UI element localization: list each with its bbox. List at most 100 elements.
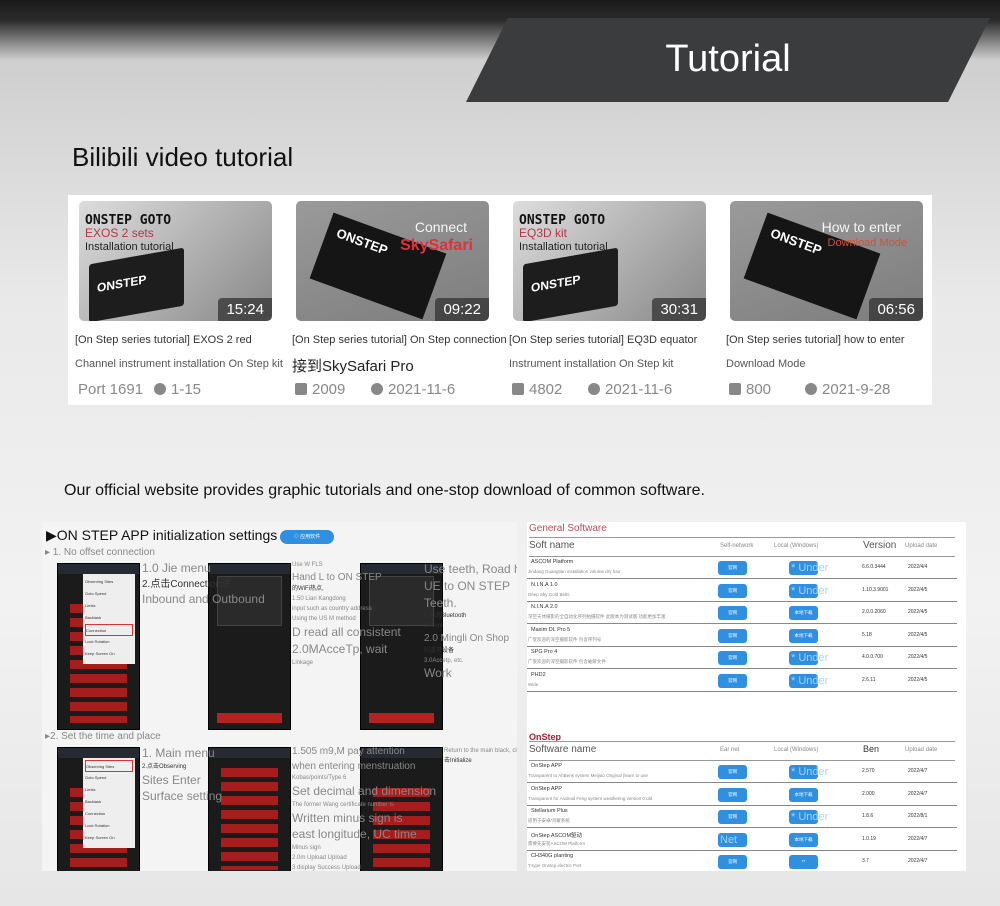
local-download-button[interactable]: 本地下载 [789, 628, 818, 643]
website-button[interactable]: 官网 [718, 606, 747, 621]
upload-date: 2022/4/7 [908, 790, 928, 797]
annotation-line: 1.勾选Bluetooth [424, 613, 467, 620]
table-row: OnStep APP Transparent to AhBenk system M… [527, 761, 957, 783]
video-title[interactable]: [On Step series tutorial] EQ3D equator [509, 334, 697, 346]
column-header: Software name [529, 744, 597, 755]
column-header: Upload date [905, 747, 938, 753]
banner-title: Tutorial [665, 38, 791, 80]
video-card[interactable]: ONSTEP ONSTEP GOTO EQ3D kit Installation tu… [509, 201, 718, 401]
annotation-line: D read all consistent [292, 624, 401, 639]
local-download-button[interactable]: ** [789, 855, 818, 870]
menu-item: Observing Sites [85, 760, 133, 772]
menu-item: Backlash [85, 615, 102, 620]
bilibili-section-title: Bilibili video tutorial [72, 142, 294, 172]
app-software-button[interactable]: ◇ 应用软件 [280, 530, 334, 544]
video-title[interactable]: [On Step series tutorial] On Step connec… [292, 334, 507, 346]
menu-item: Goto Speed [85, 775, 107, 780]
menu-item: Limits [85, 787, 96, 792]
upload-date: 2022/4/5 [908, 677, 928, 683]
local-download-button[interactable]: * Under [789, 810, 828, 825]
menu-item: Limits [85, 603, 96, 608]
overflow-menu: Observing Sites Goto Speed Limits Backlash C… [83, 574, 135, 664]
local-download-button[interactable]: * Under [789, 765, 828, 779]
local-download-button[interactable]: * Under [789, 651, 828, 666]
local-download-button-label: * Under [791, 766, 829, 778]
column-header: Upload date [905, 543, 938, 549]
local-download-button[interactable]: * Under [789, 561, 828, 575]
local-download-button[interactable]: * Under [789, 583, 828, 598]
video-card[interactable]: ONSTEP Connect SkySafari 09:22 [On Step seri… [292, 201, 507, 401]
clock-icon [371, 383, 383, 395]
thumbnail-caption: Installation tutorial [519, 241, 608, 253]
thumbnail-caption: EQ3D kit [519, 226, 568, 240]
upload-date: 2022/4/5 [908, 654, 928, 661]
website-button[interactable]: 官网 [718, 765, 747, 779]
website-button[interactable]: 官网 [718, 628, 747, 643]
video-subtitle[interactable]: 接到SkySafari Pro [292, 355, 414, 376]
view-count-value: Port 1691 [78, 381, 144, 398]
video-subtitle[interactable]: Instrument installation On Step kit [509, 358, 673, 370]
column-header: Soft name [529, 540, 575, 551]
table-row: PHD2 Wide 官网 * Under 2.6.11 2022/4/5 [527, 670, 957, 692]
upload-date-value: 2021-11-6 [605, 381, 673, 398]
annotation-line: Work [424, 666, 452, 681]
version: 1.8.6 [862, 813, 874, 820]
website-button[interactable]: 官网 [718, 583, 747, 598]
thumbnail-caption: Installation tutorial [85, 241, 174, 253]
version: 2.6.11 [862, 677, 876, 683]
video-subtitle[interactable]: Download Mode [726, 358, 806, 370]
website-button[interactable]: 官网 [718, 855, 747, 870]
website-button[interactable]: 官网 [718, 651, 747, 666]
menu-item: Lock Rotation [85, 823, 110, 828]
clock-icon [805, 383, 817, 395]
video-title[interactable]: [On Step series tutorial] how to enter [726, 334, 905, 346]
local-download-button-label: 本地下载 [794, 791, 813, 797]
video-card[interactable]: ONSTEP ONSTEP GOTO EXOS 2 sets Installation… [75, 201, 284, 401]
website-button-label: 官网 [728, 610, 737, 616]
local-download-button[interactable]: 本地下载 [789, 832, 818, 847]
annotation-line: 1.0 Jie menu [142, 561, 211, 575]
annotation-line: 1.50 Lian Kangdong [292, 596, 346, 603]
annotation-line: Written minus sign is [292, 810, 403, 825]
video-thumbnail[interactable]: ONSTEP How to enter Download Mode 06:56 [730, 201, 923, 321]
software-description: Transparent for Android Feng system weat… [528, 795, 653, 801]
upload-date: 2022/4/4 [908, 564, 928, 570]
annotation-line: Linkage [292, 659, 314, 666]
column-header: Ear net [720, 747, 740, 753]
website-button[interactable]: 官网 [718, 810, 747, 825]
overflow-menu: Observing Sites Goto Speed Limits Backlash C… [83, 758, 135, 848]
video-thumbnail[interactable]: ONSTEP ONSTEP GOTO EQ3D kit Installation tu… [513, 201, 706, 321]
menu-item: Connection [85, 624, 133, 636]
divider [529, 537, 955, 538]
website-button[interactable]: 官网 [718, 561, 747, 575]
video-card[interactable]: ONSTEP How to enter Download Mode 06:56 [On … [726, 201, 935, 401]
annotation-line: Secure [424, 623, 444, 630]
video-subtitle[interactable]: Channel instrument installation On Step … [75, 358, 283, 370]
video-thumbnail[interactable]: ONSTEP ONSTEP GOTO EXOS 2 sets Installation… [79, 201, 272, 321]
video-thumbnail[interactable]: ONSTEP Connect SkySafari 09:22 [296, 201, 489, 321]
version: 1.0.19 [862, 835, 876, 842]
column-header: Ben [863, 744, 880, 754]
website-button[interactable]: Net [718, 832, 747, 847]
annotation-line: 的蓝牙设备 [424, 647, 455, 654]
website-button[interactable]: 官网 [718, 674, 747, 688]
software-name: ASCOM Platform [531, 559, 574, 565]
website-button-label: 官网 [728, 587, 737, 593]
upload-date: 2022/8/1 [908, 813, 928, 820]
thumbnail-caption: Download Mode [827, 237, 908, 249]
software-download-tables: General Software Soft name Self-network Loc… [527, 522, 966, 871]
upload-date: 2022/4/5 [908, 586, 928, 593]
local-download-button[interactable]: 本地下载 [789, 787, 818, 802]
view-count: 2009 [295, 381, 345, 398]
local-download-button[interactable]: * Under [789, 674, 828, 688]
table-row: N.I.N.A 2.0 深空天体摄影的全自动化序列拍摄软件 此版本为测试版 功能更… [527, 602, 957, 625]
software-description: 广受欢迎的深空摄影软件 包含破解文件 [528, 659, 606, 665]
table-heading: General Software [529, 523, 607, 534]
local-download-button[interactable]: 本地下载 [789, 606, 818, 621]
website-button-label: 官网 [728, 859, 737, 865]
video-title[interactable]: [On Step series tutorial] EXOS 2 red [75, 334, 252, 346]
local-download-button-label: 本地下载 [794, 610, 813, 616]
menu-item: Backlash [85, 799, 102, 804]
device-image: ONSTEP [89, 247, 184, 321]
website-button[interactable]: 官网 [718, 787, 747, 802]
